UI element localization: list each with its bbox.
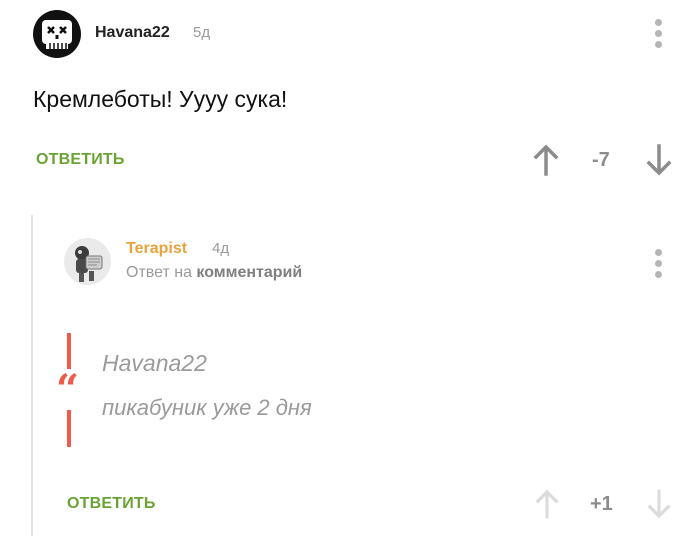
reply-username[interactable]: Terapist bbox=[126, 240, 187, 258]
reply-to-prefix: Ответ на bbox=[126, 264, 192, 281]
avatar[interactable] bbox=[64, 238, 111, 285]
arrow-up-icon bbox=[535, 489, 559, 519]
quote-mark-icon: “ bbox=[56, 366, 80, 413]
reply-button[interactable]: ОТВЕТИТЬ bbox=[36, 151, 125, 169]
upvote-button[interactable] bbox=[535, 488, 559, 520]
quote-bar bbox=[67, 410, 71, 447]
more-options-button[interactable] bbox=[655, 249, 663, 282]
comment-time: 5д bbox=[193, 24, 211, 41]
comment-username[interactable]: Havana22 bbox=[95, 24, 170, 42]
reply-score: +1 bbox=[590, 493, 613, 515]
quote-author: Havana22 bbox=[102, 350, 207, 376]
comment-text: Кремлеботы! Уууу сука! bbox=[33, 86, 288, 112]
comment-score: -7 bbox=[592, 149, 610, 171]
avatar[interactable] bbox=[33, 10, 81, 58]
reply-to-link[interactable]: комментарий bbox=[196, 264, 302, 281]
vertical-dots-icon bbox=[655, 249, 662, 256]
arrow-down-icon bbox=[647, 489, 671, 519]
upvote-button[interactable] bbox=[533, 144, 559, 176]
more-options-button[interactable] bbox=[655, 19, 663, 52]
reply-to-line: Ответ на комментарий bbox=[126, 264, 302, 282]
arrow-up-icon bbox=[533, 144, 559, 176]
arrow-down-icon bbox=[646, 144, 672, 176]
downvote-button[interactable] bbox=[646, 144, 672, 176]
thread-line[interactable] bbox=[31, 215, 33, 536]
skull-avatar-icon bbox=[42, 20, 72, 49]
quote-text: пикабуник уже 2 дня bbox=[102, 395, 312, 420]
reply-button[interactable]: ОТВЕТИТЬ bbox=[67, 495, 156, 513]
robot-avatar-icon bbox=[64, 238, 111, 285]
quote-bar bbox=[67, 333, 71, 369]
reply-time: 4д bbox=[212, 240, 230, 257]
vertical-dots-icon bbox=[655, 19, 662, 26]
downvote-button[interactable] bbox=[647, 488, 671, 520]
